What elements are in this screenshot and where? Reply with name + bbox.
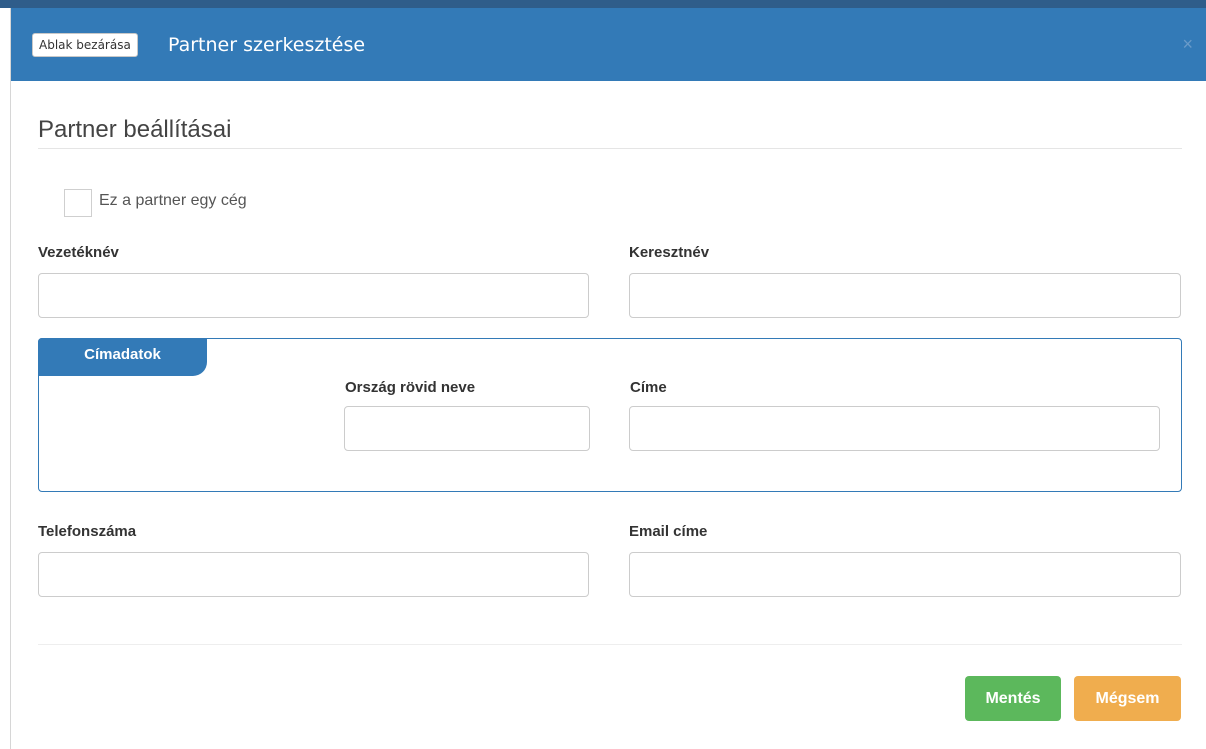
last-name-input[interactable]	[38, 273, 589, 318]
modal-title: Partner szerkesztése	[168, 34, 366, 56]
cancel-button[interactable]: Mégsem	[1074, 676, 1181, 721]
background-page-strip	[0, 0, 1206, 8]
address-fieldset: Címadatok Ország rövid neve Címe	[38, 338, 1182, 492]
close-window-button[interactable]: Ablak bezárása	[32, 33, 138, 57]
phone-label: Telefonszáma	[38, 523, 137, 540]
first-name-label: Keresztnév	[629, 244, 710, 261]
section-title: Partner beállításai	[38, 116, 232, 143]
company-checkbox[interactable]	[64, 189, 92, 217]
edit-partner-modal: Ablak bezárása Partner szerkesztése × Pa…	[10, 8, 1206, 749]
country-short-label: Ország rövid neve	[345, 379, 476, 396]
email-input[interactable]	[629, 552, 1181, 597]
section-divider	[38, 148, 1182, 149]
address-label: Címe	[630, 379, 667, 396]
first-name-input[interactable]	[629, 273, 1181, 318]
phone-input[interactable]	[38, 552, 589, 597]
company-checkbox-label[interactable]: Ez a partner egy cég	[99, 192, 247, 210]
close-icon[interactable]: ×	[1182, 32, 1193, 56]
address-input[interactable]	[629, 406, 1160, 451]
modal-header: Ablak bezárása Partner szerkesztése ×	[11, 8, 1206, 81]
country-short-input[interactable]	[344, 406, 590, 451]
last-name-label: Vezetéknév	[38, 244, 119, 261]
save-button[interactable]: Mentés	[965, 676, 1061, 721]
address-fieldset-legend: Címadatok	[38, 338, 207, 376]
footer-divider	[38, 644, 1182, 645]
email-label: Email címe	[629, 523, 708, 540]
